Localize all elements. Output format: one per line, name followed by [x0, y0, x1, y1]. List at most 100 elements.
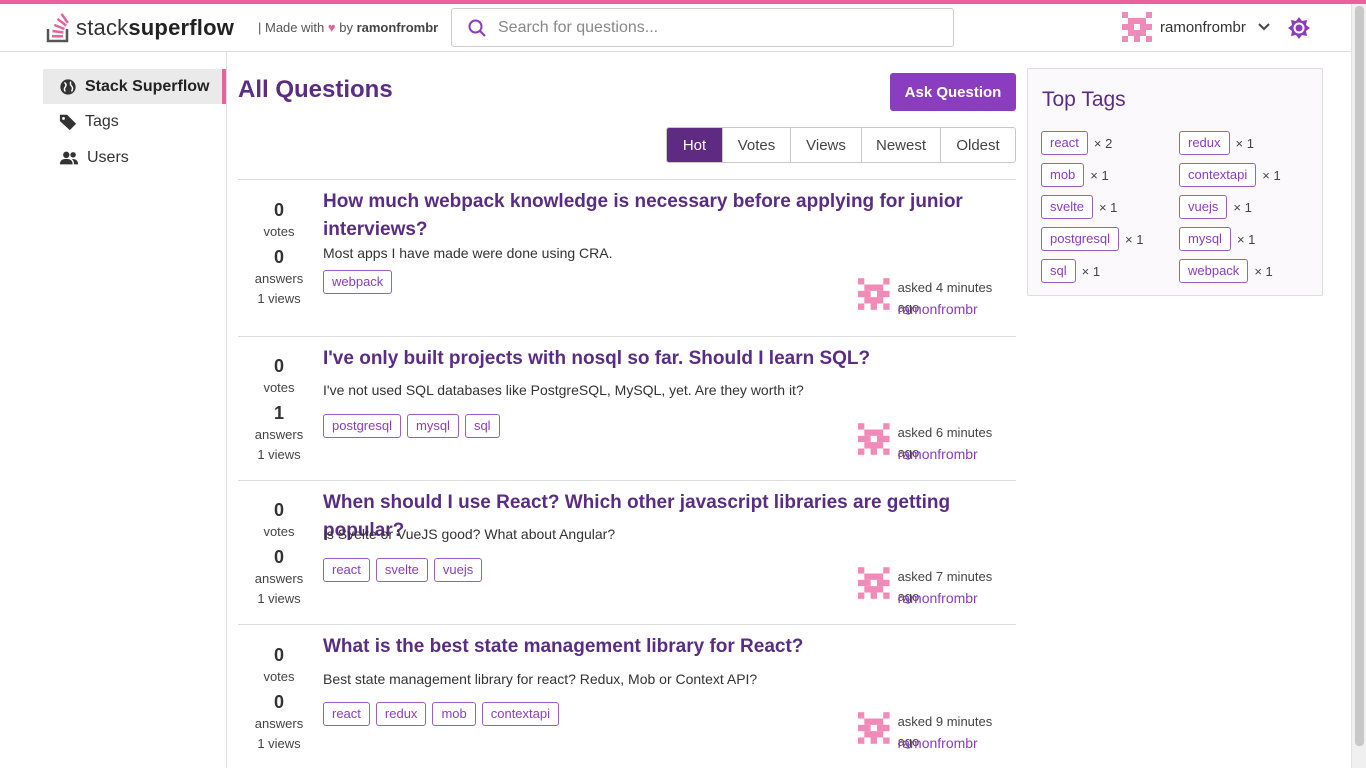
page-scrollbar[interactable]: [1351, 4, 1366, 768]
user-menu[interactable]: ramonfrombr: [1122, 12, 1270, 42]
question-tags: react redux mob contextapi: [323, 702, 565, 726]
tag-chip[interactable]: redux: [375, 702, 427, 726]
tag-chip[interactable]: redux: [1179, 131, 1230, 155]
asked-time: asked 6 minutes ago: [897, 425, 993, 460]
view-count: 1 views: [257, 591, 301, 606]
sort-tab-newest[interactable]: Newest: [861, 128, 940, 162]
tag-chip[interactable]: svelte: [1041, 195, 1093, 219]
author-link[interactable]: ramonfrombr: [898, 443, 1016, 465]
sort-tab-hot[interactable]: Hot: [667, 128, 722, 162]
tag-count: × 1: [1262, 167, 1281, 183]
question-title-link[interactable]: I've only built projects with nosql so f…: [323, 345, 1013, 373]
tag-chip[interactable]: webpack: [323, 270, 393, 294]
tag-chip[interactable]: contextapi: [481, 702, 559, 726]
tag-chip[interactable]: react: [1041, 131, 1088, 155]
question-tags: postgresql mysql sql: [323, 414, 506, 438]
tag-chip[interactable]: webpack: [1179, 259, 1249, 283]
tag-chip[interactable]: vuejs: [1179, 195, 1228, 219]
author-link[interactable]: ramonfrombr: [898, 298, 1016, 320]
question-author-info: asked 9 minutes ago ramonfrombr: [858, 712, 1016, 754]
question-title-link[interactable]: What is the best state management librar…: [323, 633, 1013, 661]
tag-chip[interactable]: postgresql: [1041, 227, 1119, 251]
tag-chip[interactable]: mysql: [406, 414, 459, 438]
heart-icon: ♥: [327, 20, 336, 35]
top-tag-entry: svelte × 1: [1041, 195, 1117, 219]
author-link[interactable]: ramonfrombr: [898, 732, 1016, 754]
question-author-info: asked 4 minutes ago ramonfrombr: [858, 278, 1016, 320]
view-count: 1 views: [257, 736, 301, 751]
question-tags: react svelte vuejs: [323, 558, 488, 582]
sort-tab-votes[interactable]: Votes: [722, 128, 790, 162]
sort-tab-oldest[interactable]: Oldest: [940, 128, 1015, 162]
sort-tab-views[interactable]: Views: [790, 128, 861, 162]
answers-label: answers: [254, 571, 304, 586]
question-author-info: asked 7 minutes ago ramonfrombr: [858, 567, 1016, 609]
tag-chip[interactable]: mysql: [1179, 227, 1231, 251]
question-stats: 0 votes 0 answers 1 views: [238, 198, 320, 309]
answers-label: answers: [254, 271, 304, 286]
view-count: 1 views: [257, 447, 301, 462]
top-tags-panel: Top Tags react × 2 redux × 1 mob × 1 con…: [1027, 68, 1323, 296]
votes-label: votes: [263, 224, 295, 239]
sidebar-item-stack-superflow[interactable]: Stack Superflow: [43, 69, 226, 104]
question-item: 0 votes 0 answers 1 views How much webpa…: [238, 179, 1016, 336]
tag-chip[interactable]: postgresql: [323, 414, 401, 438]
question-excerpt: Most apps I have made were done using CR…: [323, 245, 613, 261]
tag-count: × 1: [1081, 263, 1101, 279]
search-input[interactable]: [498, 18, 928, 37]
question-item: 0 votes 0 answers 1 views When should I …: [238, 480, 1016, 624]
made-with-credit: | Made with ♥ by ramonfrombr: [258, 20, 439, 35]
users-icon: [59, 151, 79, 164]
answer-count: 0: [273, 692, 284, 712]
sidebar-item-tags[interactable]: Tags: [43, 104, 226, 139]
top-tag-entry: react × 2: [1041, 131, 1112, 155]
sidebar-item-label: Stack Superflow: [85, 77, 210, 95]
tag-chip[interactable]: react: [323, 558, 370, 582]
vote-count: 0: [273, 500, 284, 520]
sidebar-item-label: Users: [87, 148, 129, 166]
tag-chip[interactable]: contextapi: [1179, 163, 1257, 187]
chevron-down-icon: [1258, 23, 1270, 31]
avatar[interactable]: [858, 423, 890, 455]
tag-chip[interactable]: mob: [1041, 163, 1085, 187]
tag-chip[interactable]: mob: [432, 702, 476, 726]
asked-time: asked 4 minutes ago: [897, 280, 993, 315]
tag-chip[interactable]: vuejs: [433, 558, 483, 582]
tag-chip[interactable]: svelte: [375, 558, 428, 582]
answer-count: 0: [273, 247, 284, 267]
theme-toggle-button[interactable]: [1287, 16, 1311, 45]
sidebar-item-users[interactable]: Users: [43, 140, 226, 175]
top-tag-entry: contextapi × 1: [1179, 163, 1281, 187]
question-title-link[interactable]: How much webpack knowledge is necessary …: [323, 188, 1013, 244]
question-excerpt: I've not used SQL databases like Postgre…: [323, 382, 804, 398]
top-tag-entry: postgresql × 1: [1041, 227, 1143, 251]
tag-count: × 1: [1124, 231, 1144, 247]
tag-count: × 1: [1098, 199, 1118, 215]
tag-count: × 1: [1090, 167, 1109, 183]
tag-chip[interactable]: react: [323, 702, 370, 726]
answers-label: answers: [254, 427, 304, 442]
sort-tabs: Hot Votes Views Newest Oldest: [666, 127, 1016, 163]
top-tag-entry: redux × 1: [1179, 131, 1254, 155]
vote-count: 0: [273, 356, 284, 376]
avatar[interactable]: [858, 278, 890, 310]
tag-chip[interactable]: sql: [1041, 259, 1076, 283]
author-link[interactable]: ramonfrombr: [357, 20, 439, 35]
sidebar-item-label: Tags: [85, 112, 119, 130]
avatar[interactable]: [858, 567, 890, 599]
author-link[interactable]: ramonfrombr: [898, 587, 1016, 609]
question-author-info: asked 6 minutes ago ramonfrombr: [858, 423, 1016, 465]
tag-chip[interactable]: sql: [464, 414, 500, 438]
tag-count: × 1: [1236, 231, 1256, 247]
avatar[interactable]: [858, 712, 890, 744]
page-title: All Questions: [238, 76, 393, 103]
question-tags: webpack: [323, 270, 398, 294]
search-box[interactable]: [451, 8, 954, 47]
asked-time: asked 9 minutes ago: [897, 714, 993, 749]
top-tag-entry: sql × 1: [1041, 259, 1100, 283]
scrollbar-thumb[interactable]: [1355, 6, 1364, 746]
logo[interactable]: stacksuperflow: [46, 13, 234, 43]
ask-question-button[interactable]: Ask Question: [890, 73, 1016, 111]
top-tag-entry: mysql × 1: [1179, 227, 1255, 251]
vote-count: 0: [273, 645, 284, 665]
